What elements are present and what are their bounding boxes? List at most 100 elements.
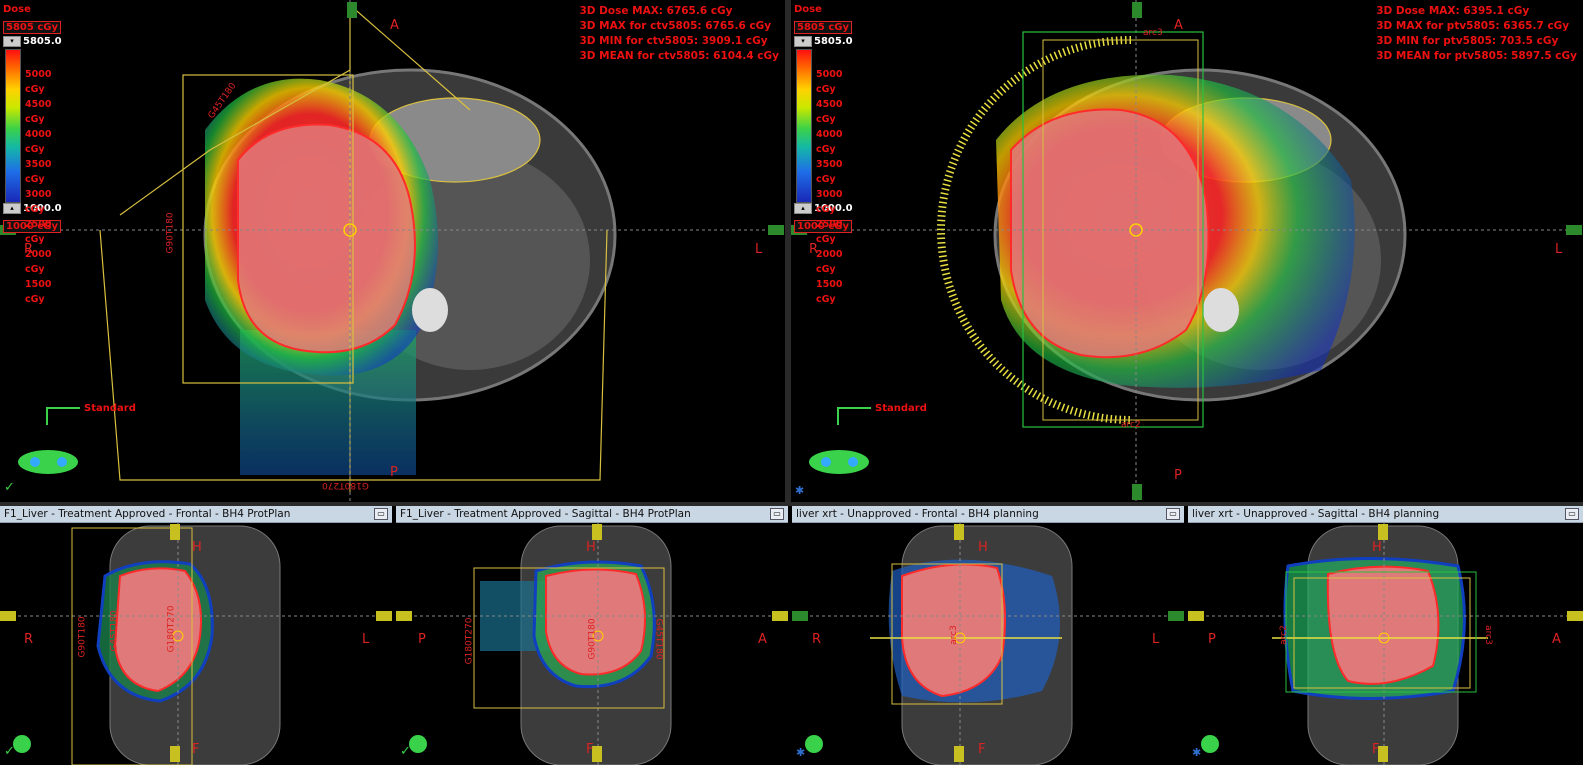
stat-line: 3D MAX for ctv5805: 6765.6 cGy [579,20,772,32]
beam-label: G180T270 [166,605,177,653]
beam-label: G90T180 [587,618,598,660]
beam-label: G45T180 [109,610,120,652]
dose-level: 4000 cGy [816,129,843,155]
dose-min-spinner[interactable]: ▴ [3,203,21,214]
dose-legend-title: Dose [794,4,822,15]
patient-orientation-icon[interactable] [18,450,78,474]
stat-line: 3D MEAN for ptv5805: 5897.5 cGy [1376,50,1577,62]
orient-anterior: A [390,18,399,33]
dose-max-value: 5805.0 [23,36,62,47]
axial-view-photon[interactable]: Dose 5805 cGy ▾ 5805.0 5000 cGy 4500 cGy… [791,0,1583,502]
beam-label: arc3 [1482,625,1493,645]
orient-right: R [812,632,822,647]
orient-posterior: P [418,632,426,647]
beam-label-arc3: arc3 [1143,28,1163,38]
orient-left: L [362,632,370,647]
target-ptv [1010,108,1210,359]
frontal-view-photon[interactable]: liver xrt - Unapproved - Frontal - BH4 p… [792,506,1184,765]
dose-legend: Dose 5805 cGy ▾ 5805.0 5000 cGy 4500 cGy… [794,4,854,305]
orientation-axes [837,407,871,425]
dose-statistics: 3D Dose MAX: 6765.6 cGy 3D MAX for ctv58… [579,4,779,64]
beam-label: arc3 [948,625,959,645]
beam-label-arc2: arc2 [1121,420,1141,430]
target-ctv [237,123,416,354]
plan-status-icon: ✱ [795,484,805,497]
dose-legend: Dose 5805 cGy ▾ 5805.0 5000 cGy 4500 cGy… [3,4,63,305]
dose-colorbar [5,49,21,203]
orient-foot: F [192,742,200,757]
beam-label-g90: G90T180 [165,212,176,254]
orient-anterior: A [758,632,767,647]
orient-posterior: P [1208,632,1216,647]
stat-line: 3D MAX for ptv5805: 6365.7 cGy [1376,20,1570,32]
marker-bottom[interactable] [1132,484,1142,500]
plan-status-icon: ✱ [1192,746,1202,759]
stat-line: 3D Dose MAX: 6765.6 cGy [579,5,733,17]
orient-head: H [1372,540,1382,555]
approved-check-icon: ✓ [400,744,411,759]
sagittal-view-photon[interactable]: liver xrt - Unapproved - Sagittal - BH4 … [1188,506,1583,765]
dose-max-spinner[interactable]: ▾ [794,36,812,47]
orient-anterior: A [1174,18,1183,33]
dose-level: 3500 cGy [816,159,843,185]
marker-top[interactable] [347,2,357,18]
orient-left: L [1555,242,1563,257]
dose-level: 3000 cGy [25,189,52,215]
axial-view-proton[interactable]: Dose 5805 cGy ▾ 5805.0 5000 cGy 4500 cGy… [0,0,785,502]
dose-min-spinner[interactable]: ▴ [794,203,812,214]
orient-anterior: A [1552,632,1561,647]
orient-foot: F [586,742,594,757]
orient-right: R [24,632,34,647]
orient-posterior: P [390,465,398,480]
sagittal-ct-image [1188,522,1583,765]
dose-level: 4500 cGy [25,99,52,125]
orient-left: L [1152,632,1160,647]
dose-statistics: 3D Dose MAX: 6395.1 cGy 3D MAX for ptv58… [1376,4,1577,64]
vertebra [1203,288,1239,332]
vertebra [412,288,448,332]
axial-ct-image [791,0,1583,502]
dose-max-box[interactable]: 5805 cGy [3,21,61,34]
frontal-view-proton[interactable]: F1_Liver - Treatment Approved - Frontal … [0,506,392,765]
dose-colorbar [796,49,812,203]
orient-left: L [755,242,763,257]
dose-level: 3000 cGy [816,189,843,215]
dose-max-spinner[interactable]: ▾ [3,36,21,47]
stat-line: 3D MEAN for ctv5805: 6104.4 cGy [579,50,779,62]
orient-right: R [809,242,819,257]
orient-right: R [24,242,34,257]
dose-level: 1500 cGy [816,279,843,305]
dose-level: 5000 cGy [816,69,843,95]
plan-status-icon: ✱ [796,746,806,759]
marker-top[interactable] [1132,2,1142,18]
stat-line: 3D MIN for ptv5805: 703.5 cGy [1376,35,1559,47]
orient-posterior: P [1174,468,1182,483]
sagittal-view-proton[interactable]: F1_Liver - Treatment Approved - Sagittal… [396,506,788,765]
dose-legend-title: Dose [3,4,31,15]
dose-level: 2500 cGy [816,219,843,245]
orient-foot: F [978,742,986,757]
dose-level: 4500 cGy [816,99,843,125]
orientation-axes [46,407,80,425]
dose-level: 4000 cGy [25,129,52,155]
dose-level: 1500 cGy [25,279,52,305]
marker-right[interactable] [768,225,784,235]
patient-orientation-icon[interactable] [809,450,869,474]
standard-label: Standard [875,403,927,414]
axial-ct-image [0,0,785,502]
dose-max-box[interactable]: 5805 cGy [794,21,852,34]
beam-label: G180T270 [464,617,475,665]
beam-label: arc2 [1278,625,1289,645]
approved-check-icon: ✓ [4,480,15,495]
approved-check-icon: ✓ [4,744,15,759]
orient-head: H [586,540,596,555]
dose-level: 3500 cGy [25,159,52,185]
beam-label: G45T180 [653,618,664,660]
orient-head: H [978,540,988,555]
marker-right[interactable] [1566,225,1582,235]
dose-level: 5000 cGy [25,69,52,95]
beam-label: G90T180 [77,616,88,658]
dose-level: 2000 cGy [816,249,843,275]
stat-line: 3D MIN for ctv5805: 3909.1 cGy [579,35,768,47]
orient-foot: F [1372,742,1380,757]
